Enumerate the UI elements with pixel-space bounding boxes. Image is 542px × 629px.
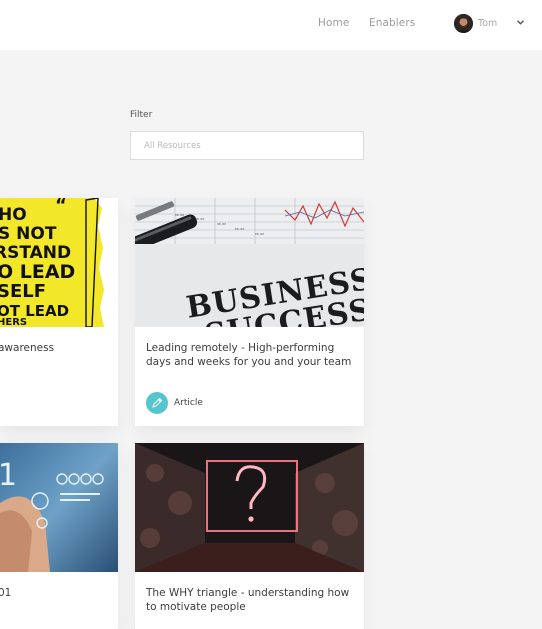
card-title[interactable]: The WHY triangle - understanding how to … [146,586,356,614]
quote-line: HERS [0,317,27,327]
nav-enablers-link[interactable]: Enablers [369,17,415,29]
card-image-quote: “ HO S NOT RSTAND O LEAD SELF OT LEAD HE… [0,198,118,327]
card-title[interactable]: Leading remotely - High-performing days … [146,341,356,369]
resource-card[interactable]: “ HO S NOT RSTAND O LEAD SELF OT LEAD HE… [0,198,118,426]
card-image-digital: 1 [0,443,118,572]
svg-text:“: “ [55,198,67,216]
card-image-business-success: 00.0000.00 00.0000.00 00.00 BUSINESS SUC… [135,198,364,327]
quote-line: HO [0,205,27,225]
resource-card[interactable]: 00.00 00.00 00.00 00.00 00.00 BUSINESS SUC… [135,198,364,426]
top-navigation-bar: Home Enablers Tom [0,0,542,50]
card-title[interactable]: 01 [0,586,118,600]
card-title[interactable]: awareness [0,341,118,355]
svg-text:00.00: 00.00 [175,213,184,217]
svg-text:1: 1 [0,458,17,493]
user-name[interactable]: Tom [478,18,497,29]
quote-line: O LEAD [0,261,75,283]
svg-text:00.00: 00.00 [235,227,244,231]
filter-label: Filter [130,110,153,120]
user-avatar[interactable] [454,14,473,33]
chevron-down-icon[interactable] [516,19,525,26]
quote-line: S NOT [0,224,57,244]
quote-line: SELF [0,281,46,302]
card-image-question-mark [135,443,364,572]
quote-line: RSTAND [0,243,71,263]
resource-card[interactable]: 1 01 [0,443,118,629]
svg-text:00.00: 00.00 [217,222,226,226]
resource-card[interactable]: The WHY triangle - understanding how to … [135,443,364,629]
filter-input[interactable] [130,131,364,160]
pencil-icon [146,392,168,414]
svg-text:00.00: 00.00 [255,232,264,236]
content-type-label: Article [174,398,203,408]
nav-home-link[interactable]: Home [318,17,349,29]
